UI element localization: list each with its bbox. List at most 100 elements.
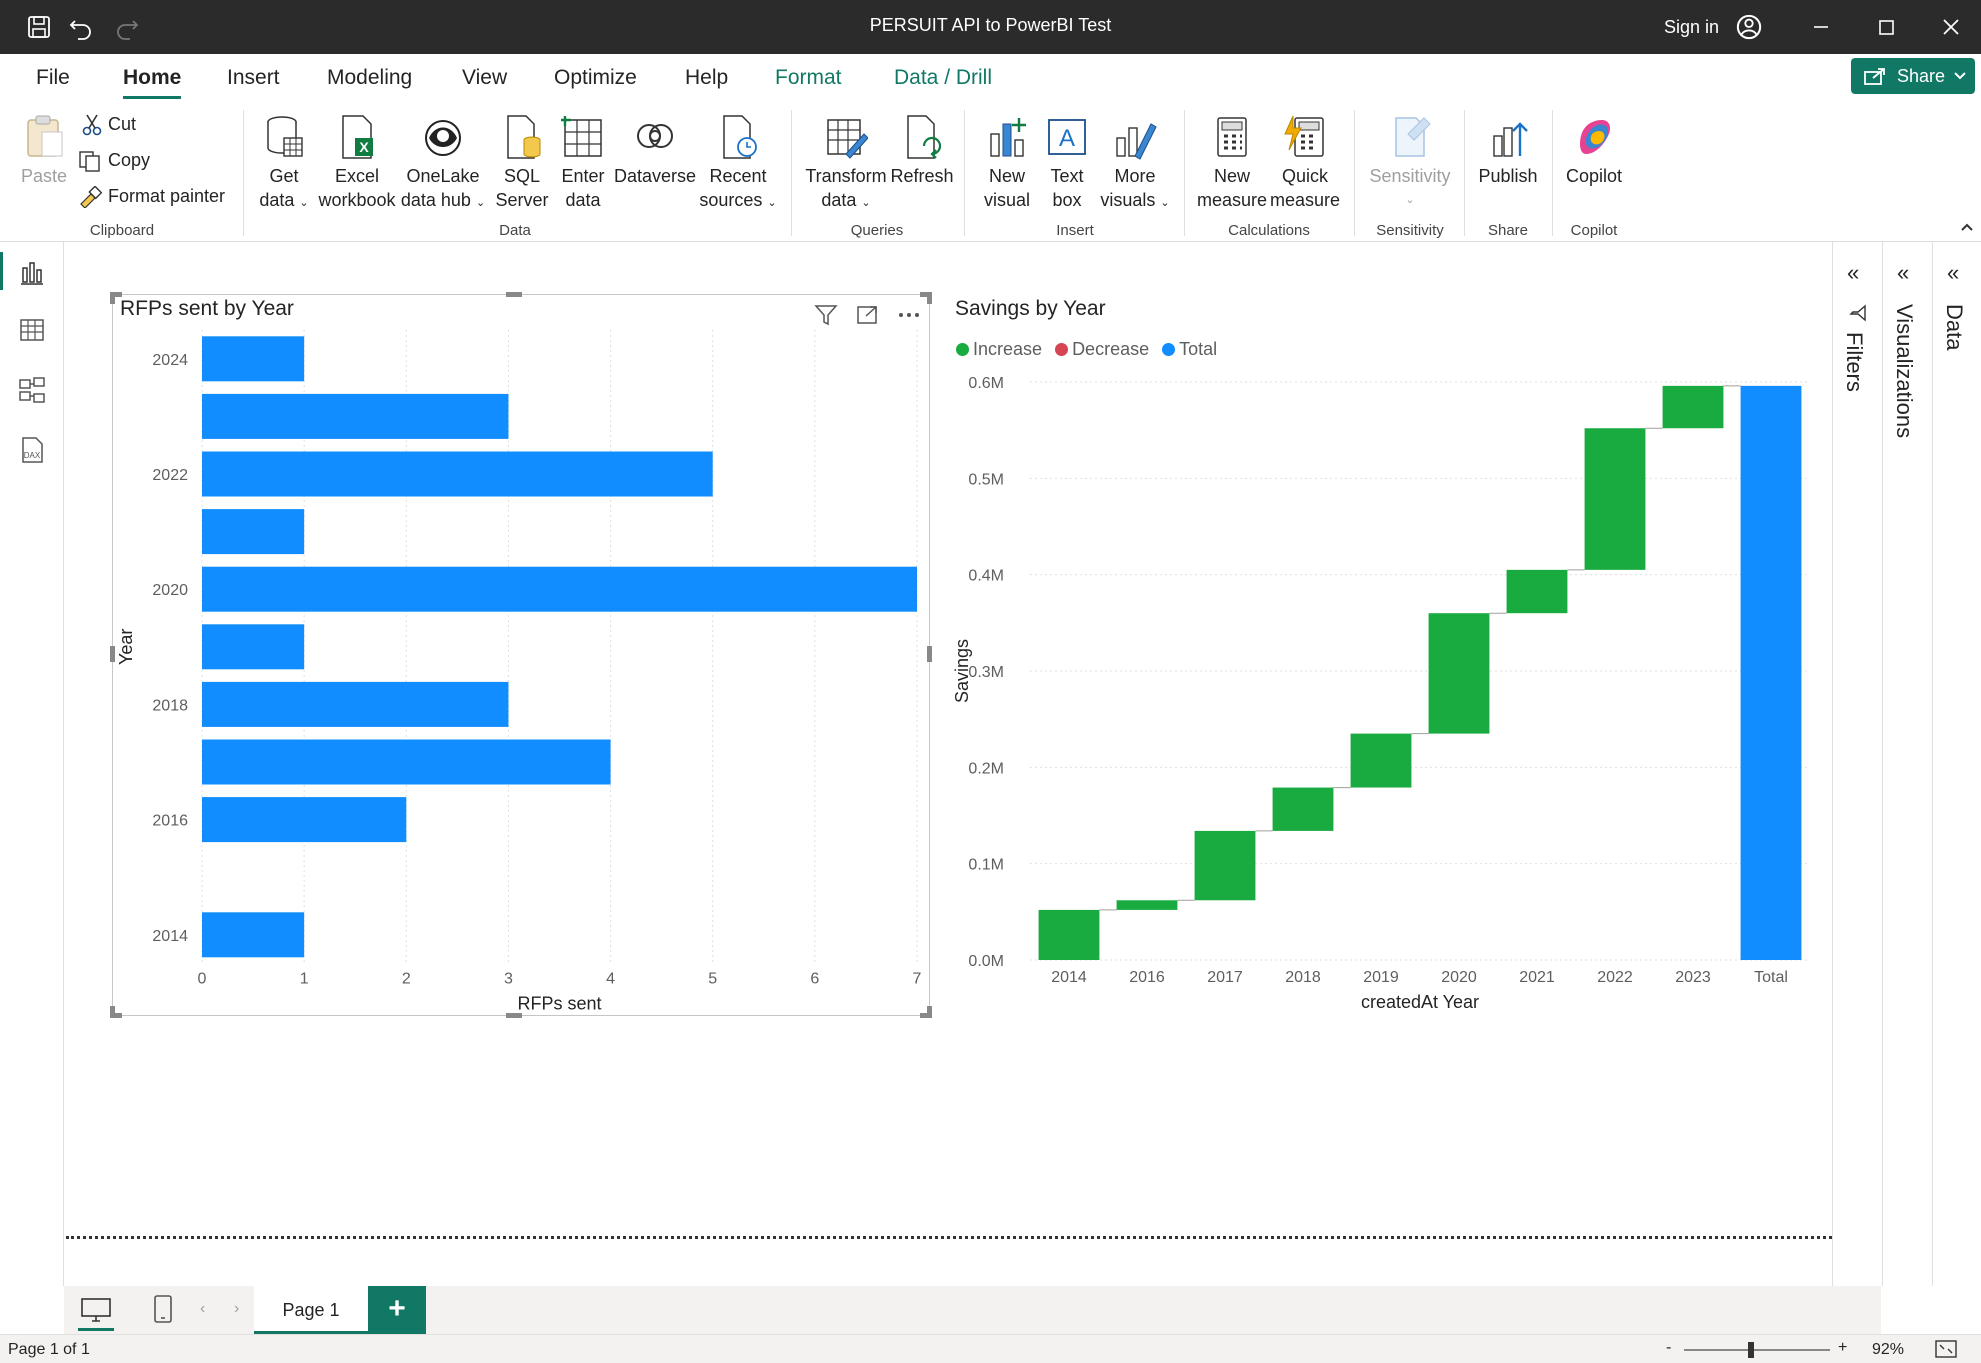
expand-filters-icon[interactable]: « [1847, 260, 1859, 286]
refresh-button[interactable]: Refresh [890, 114, 954, 188]
table-view-icon[interactable] [18, 316, 46, 344]
waterfall-bar-2021[interactable] [1506, 569, 1568, 614]
waterfall-bar-2016[interactable] [1116, 900, 1178, 910]
format-painter-label: Format painter [108, 186, 226, 206]
bar-2017[interactable] [202, 739, 611, 785]
tab-modeling[interactable]: Modeling [327, 66, 412, 90]
tab-view[interactable]: View [462, 66, 507, 90]
recent-sources-button[interactable]: Recent sources ⌄ [698, 114, 778, 215]
legend-increase-label: Increase [973, 339, 1043, 359]
data-pane[interactable]: « Data [1932, 242, 1981, 1286]
bar-2022[interactable] [202, 451, 713, 497]
bar-2021[interactable] [202, 509, 305, 555]
legend-total[interactable]: Total [1162, 339, 1217, 359]
format-painter-button[interactable]: Format painter [78, 185, 226, 210]
waterfall-bar-2017[interactable] [1194, 830, 1256, 901]
resize-handle[interactable] [506, 292, 522, 297]
queries-group-label: Queries [850, 222, 904, 239]
bar-2023[interactable] [202, 393, 509, 439]
text-box-button[interactable]: A Text box [1040, 114, 1094, 212]
recent-sources-icon [723, 115, 757, 159]
cut-button[interactable]: Cut [82, 114, 136, 136]
zoom-slider[interactable] [1684, 1342, 1830, 1358]
share-button[interactable]: Share [1851, 58, 1975, 94]
paste-button[interactable]: Paste [18, 114, 70, 188]
new-measure-button[interactable]: New measure [1196, 114, 1268, 212]
model-view-icon[interactable] [18, 376, 46, 404]
copilot-button[interactable]: Copilot [1560, 114, 1628, 188]
tab-insert[interactable]: Insert [227, 66, 280, 90]
onelake-label-1: OneLake [406, 166, 480, 186]
bar-2014[interactable] [202, 912, 305, 958]
mobile-layout-icon[interactable] [152, 1294, 174, 1324]
tab-data-drill[interactable]: Data / Drill [894, 66, 992, 90]
bar-2018[interactable] [202, 681, 509, 727]
filter-icon[interactable] [814, 304, 838, 326]
resize-handle[interactable] [110, 292, 115, 304]
onelake-data-hub-button[interactable]: OneLake data hub ⌄ [398, 114, 488, 215]
sql-server-button[interactable]: SQL Server [490, 114, 554, 212]
desktop-layout-icon[interactable] [80, 1296, 112, 1324]
transform-data-button[interactable]: Transform data ⌄ [800, 114, 892, 215]
bar-2016[interactable] [202, 797, 407, 843]
publish-button[interactable]: Publish [1474, 114, 1542, 188]
dax-query-view-icon[interactable]: DAX [18, 436, 46, 464]
get-data-button[interactable]: Get data ⌄ [252, 114, 316, 215]
chevron-right-icon[interactable]: › [234, 1300, 239, 1318]
quick-measure-button[interactable]: Quick measure [1268, 114, 1342, 212]
tab-home[interactable]: Home [123, 66, 182, 99]
resize-handle[interactable] [927, 292, 932, 304]
legend-decrease[interactable]: Decrease [1055, 339, 1149, 359]
tab-help[interactable]: Help [685, 66, 728, 90]
bar-2024[interactable] [202, 336, 305, 382]
waterfall-bar-2018[interactable] [1272, 787, 1334, 831]
tab-optimize[interactable]: Optimize [554, 66, 637, 90]
more-options-icon[interactable] [896, 304, 922, 326]
expand-data-icon[interactable]: « [1947, 260, 1959, 286]
tab-format[interactable]: Format [775, 66, 842, 90]
page-tab[interactable]: Page 1 [254, 1286, 368, 1334]
close-icon[interactable] [1938, 14, 1964, 40]
x-tick-label: 7 [913, 971, 922, 988]
enter-data-button[interactable]: Enter data [554, 114, 612, 212]
zoom-slider-thumb[interactable] [1748, 1342, 1755, 1358]
get-data-label-1: Get [269, 166, 299, 186]
y-tick-label: 2014 [152, 928, 188, 945]
expand-visualizations-icon[interactable]: « [1897, 260, 1909, 286]
waterfall-bar-2022[interactable] [1584, 428, 1646, 570]
waterfall-bar-2014[interactable] [1038, 909, 1100, 960]
new-visual-button[interactable]: New visual [976, 114, 1038, 212]
y-tick-label: 2018 [152, 697, 188, 714]
savings-chart-title: Savings by Year [955, 297, 1106, 320]
fit-to-page-icon[interactable] [1934, 1339, 1958, 1359]
waterfall-bar-Total[interactable] [1740, 385, 1802, 960]
chevron-left-icon[interactable]: ‹ [200, 1300, 205, 1318]
filters-pane[interactable]: « Filters [1832, 242, 1882, 1286]
waterfall-bar-2020[interactable] [1428, 613, 1490, 734]
copy-label: Copy [108, 150, 151, 170]
excel-workbook-button[interactable]: X Excel workbook [316, 114, 398, 212]
zoom-out-button[interactable]: - [1666, 1339, 1671, 1357]
add-page-button[interactable]: + [368, 1286, 426, 1334]
tab-file[interactable]: File [36, 66, 70, 90]
visualizations-pane[interactable]: « Visualizations [1882, 242, 1932, 1286]
maximize-icon[interactable] [1873, 14, 1899, 40]
dataverse-button[interactable]: Dataverse [612, 114, 698, 188]
bar-2020[interactable] [202, 566, 917, 612]
legend-increase[interactable]: Increase [956, 339, 1042, 359]
more-visuals-button[interactable]: More visuals ⌄ [1096, 114, 1174, 215]
sign-in-link[interactable]: Sign in [1664, 17, 1719, 38]
minimize-icon[interactable] [1808, 14, 1834, 40]
share-icon [1864, 68, 1885, 85]
new-measure-label-2: measure [1196, 190, 1268, 210]
report-view-icon[interactable] [18, 258, 46, 286]
copy-button[interactable]: Copy [78, 150, 150, 172]
focus-mode-icon[interactable] [856, 304, 880, 326]
account-icon[interactable] [1736, 14, 1762, 40]
bar-2019[interactable] [202, 624, 305, 670]
zoom-in-button[interactable]: + [1838, 1339, 1847, 1357]
collapse-ribbon-icon[interactable] [1960, 222, 1974, 232]
waterfall-bar-2019[interactable] [1350, 733, 1412, 788]
sensitivity-button[interactable]: Sensitivity ⌄ [1364, 114, 1456, 212]
waterfall-bar-2023[interactable] [1662, 385, 1724, 429]
